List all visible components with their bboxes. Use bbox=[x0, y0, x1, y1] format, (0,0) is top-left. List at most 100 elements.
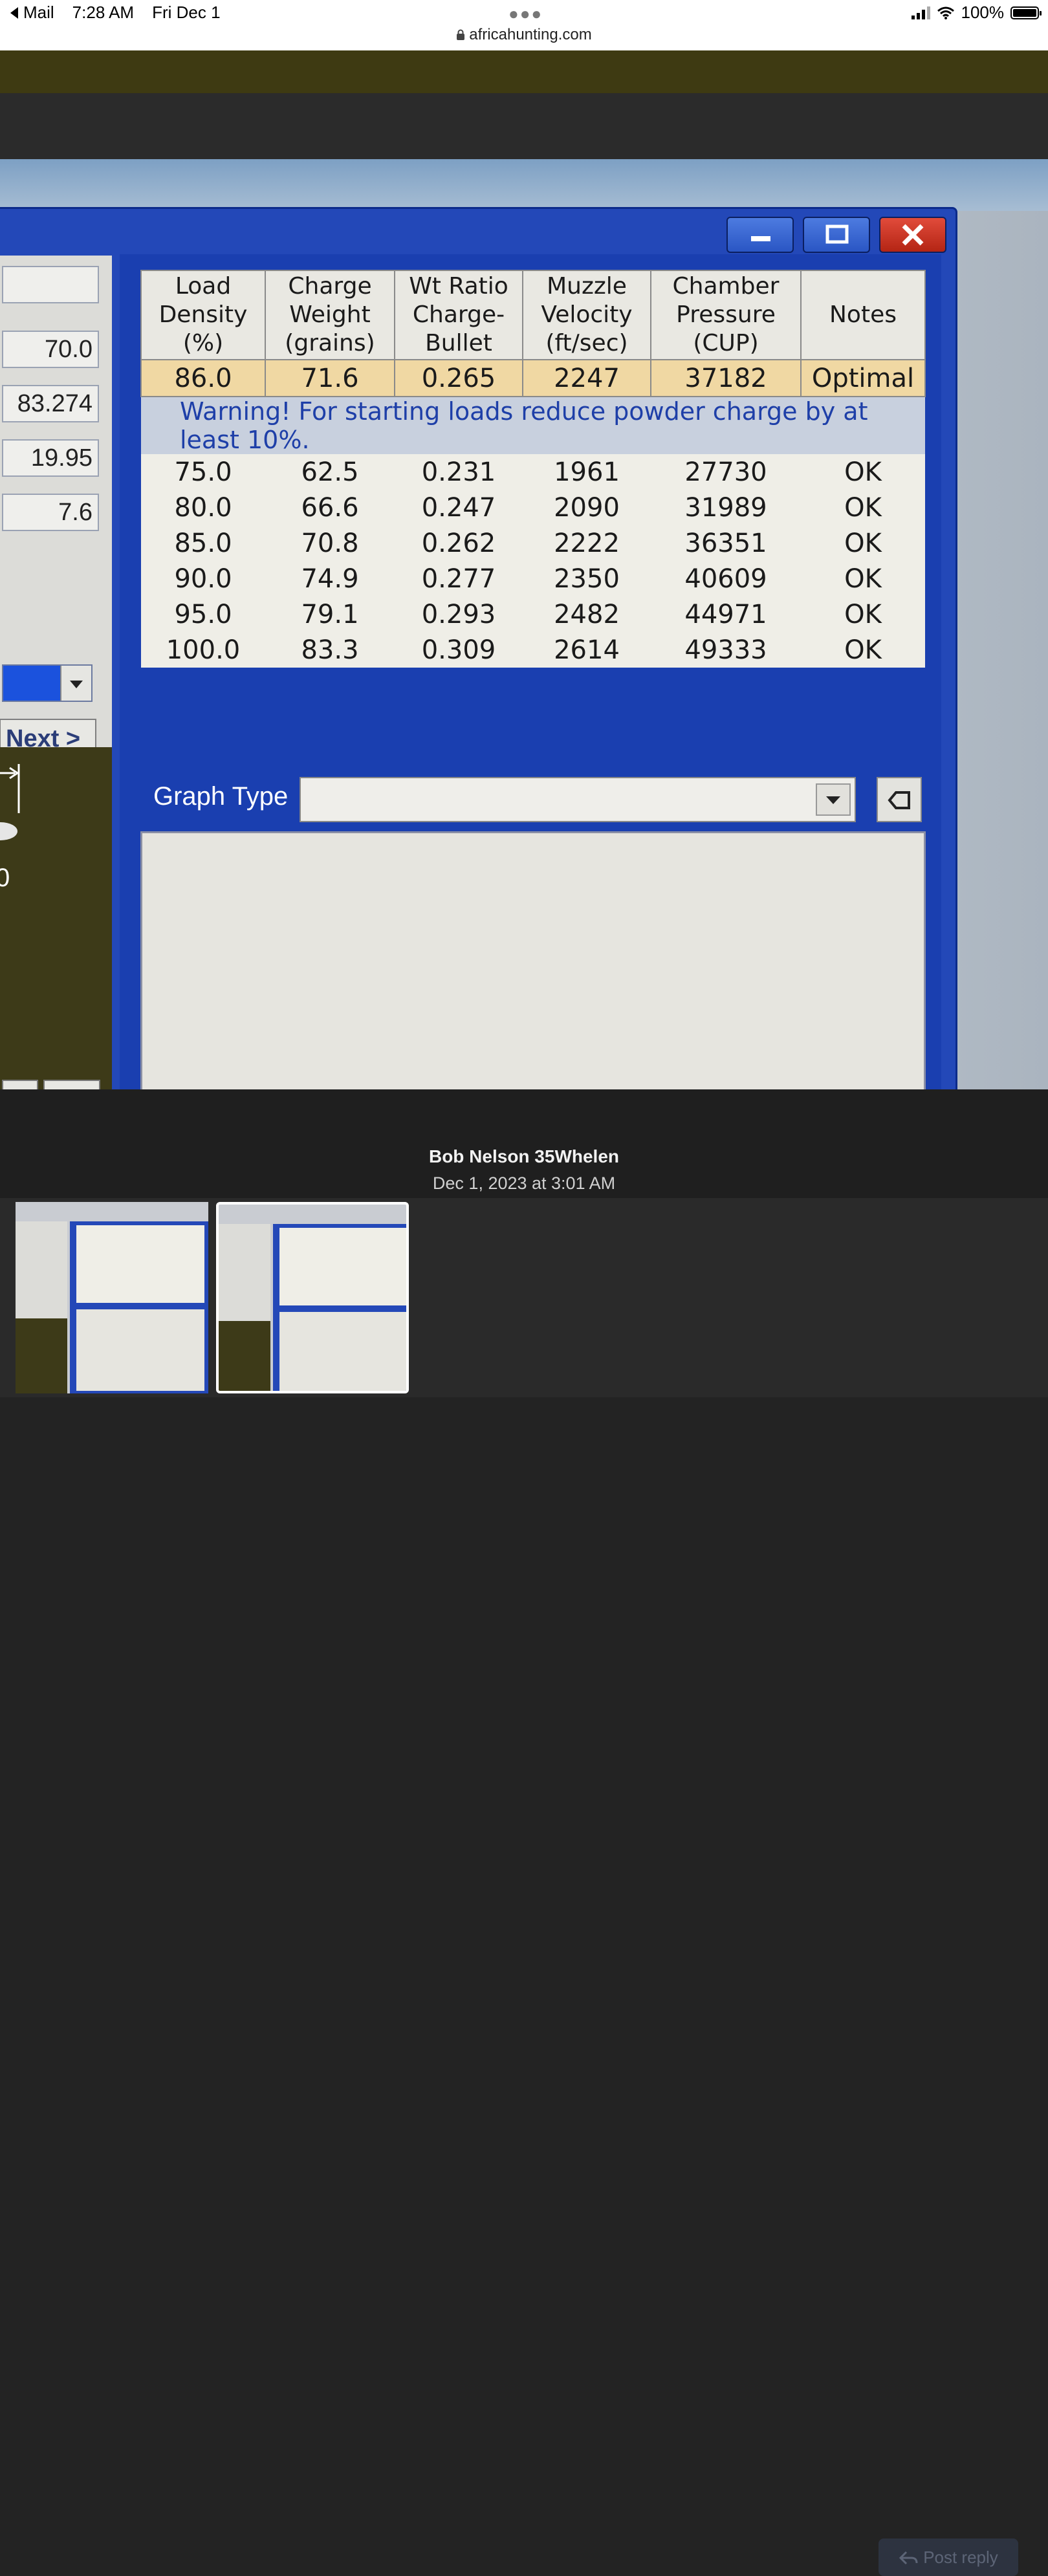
status-date: Fri Dec 1 bbox=[152, 3, 221, 22]
attachment-photo[interactable]: 70.0 83.274 19.95 7.6 Next > 0 Go bbox=[0, 159, 1048, 1089]
table-cell: 0.262 bbox=[395, 525, 523, 561]
table-cell: 0.247 bbox=[395, 490, 523, 525]
status-time: 7:28 AM bbox=[72, 3, 135, 22]
table-cell: 37182 bbox=[650, 359, 802, 397]
wifi-icon bbox=[937, 6, 954, 19]
table-cell: 0.293 bbox=[395, 596, 523, 632]
input-field-4[interactable]: 7.6 bbox=[2, 494, 99, 531]
cartridge-diagram: 0 bbox=[0, 747, 112, 1089]
status-bar: Mail 7:28 AM Fri Dec 1 ●●● africahunting… bbox=[0, 0, 1048, 50]
table-row[interactable]: 90.0 74.9 0.277 2350 40609 OK bbox=[141, 561, 925, 596]
thumbnail-2-selected[interactable] bbox=[216, 1202, 409, 1393]
graph-type-label: Graph Type bbox=[153, 782, 289, 811]
cartridge-select[interactable] bbox=[2, 1080, 38, 1089]
table-cell: 2090 bbox=[523, 490, 651, 525]
url-bar[interactable]: africahunting.com bbox=[0, 26, 1048, 44]
table-cell: 0.231 bbox=[395, 454, 523, 490]
more-dots-icon[interactable]: ●●● bbox=[508, 4, 543, 24]
table-cell: OK bbox=[801, 525, 925, 561]
blurred-site-subheader bbox=[0, 93, 1048, 159]
table-row[interactable]: 95.0 79.1 0.293 2482 44971 OK bbox=[141, 596, 925, 632]
minimize-button[interactable] bbox=[726, 217, 794, 253]
table-row[interactable]: 85.0 70.8 0.262 2222 36351 OK bbox=[141, 525, 925, 561]
results-panel: Load Density (%) Charge Weight (grains) … bbox=[120, 254, 941, 1089]
graph-type-select[interactable] bbox=[300, 777, 856, 822]
chevron-down-icon bbox=[816, 783, 851, 816]
photo-caption: Bob Nelson 35Whelen Dec 1, 2023 at 3:01 … bbox=[0, 1089, 1048, 1198]
graph-export-button[interactable] bbox=[877, 777, 922, 822]
table-cell: OK bbox=[801, 632, 925, 668]
close-icon bbox=[902, 224, 924, 246]
table-cell: 66.6 bbox=[265, 490, 395, 525]
table-cell: 75.0 bbox=[141, 454, 265, 490]
table-cell: 100.0 bbox=[141, 632, 265, 668]
reply-icon bbox=[899, 2551, 918, 2565]
program-window: 70.0 83.274 19.95 7.6 Next > 0 Go bbox=[0, 207, 957, 1089]
desktop-wallpaper bbox=[0, 159, 1048, 211]
header-wt-ratio: Wt Ratio Charge- Bullet bbox=[394, 270, 523, 360]
table-row[interactable]: 100.0 83.3 0.309 2614 49333 OK bbox=[141, 632, 925, 668]
table-cell: 85.0 bbox=[141, 525, 265, 561]
header-chamber-pressure: Chamber Pressure (CUP) bbox=[650, 270, 802, 360]
table-cell: 2614 bbox=[523, 632, 651, 668]
table-cell: OK bbox=[801, 454, 925, 490]
table-cell: 0.277 bbox=[395, 561, 523, 596]
input-field-3[interactable]: 19.95 bbox=[2, 439, 99, 477]
table-header-row: Load Density (%) Charge Weight (grains) … bbox=[140, 270, 926, 360]
blurred-site-header bbox=[0, 50, 1048, 93]
bullet-diagram-icon bbox=[0, 764, 20, 840]
table-cell: OK bbox=[801, 490, 925, 525]
table-cell: OK bbox=[801, 596, 925, 632]
minimize-icon bbox=[751, 236, 770, 241]
input-panel: 70.0 83.274 19.95 7.6 Next > bbox=[0, 256, 112, 759]
signal-icon bbox=[911, 6, 930, 19]
table-cell: 44971 bbox=[651, 596, 801, 632]
table-cell: 95.0 bbox=[141, 596, 265, 632]
export-icon bbox=[888, 791, 910, 809]
graph-type-row: Graph Type bbox=[140, 777, 926, 822]
table-cell: 86.0 bbox=[140, 359, 266, 397]
input-field-1[interactable]: 70.0 bbox=[2, 331, 99, 368]
thumbnail-1[interactable] bbox=[16, 1202, 208, 1393]
table-cell: 2482 bbox=[523, 596, 651, 632]
table-row[interactable]: 80.0 66.6 0.247 2090 31989 OK bbox=[141, 490, 925, 525]
caption-date: Dec 1, 2023 at 3:01 AM bbox=[432, 1173, 616, 1193]
table-cell: 0.265 bbox=[394, 359, 523, 397]
chevron-down-icon bbox=[60, 666, 91, 701]
input-field-top[interactable] bbox=[2, 266, 99, 303]
input-field-2[interactable]: 83.274 bbox=[2, 385, 99, 422]
header-charge-weight: Charge Weight (grains) bbox=[265, 270, 395, 360]
thumbnail-strip: Post reply bbox=[0, 1198, 1048, 2576]
table-cell: 2247 bbox=[522, 359, 651, 397]
table-cell: 2222 bbox=[523, 525, 651, 561]
table-cell: 31989 bbox=[651, 490, 801, 525]
battery-icon bbox=[1010, 6, 1042, 19]
graph-area bbox=[140, 831, 926, 1089]
table-cell: 36351 bbox=[651, 525, 801, 561]
table-cell: 70.8 bbox=[265, 525, 395, 561]
battery-percent: 100% bbox=[961, 3, 1005, 22]
table-cell: 79.1 bbox=[265, 596, 395, 632]
table-cell: 1961 bbox=[523, 454, 651, 490]
post-reply-button[interactable]: Post reply bbox=[879, 2538, 1018, 2576]
table-cell: 80.0 bbox=[141, 490, 265, 525]
table-cell: 90.0 bbox=[141, 561, 265, 596]
table-cell: OK bbox=[801, 561, 925, 596]
diagram-value: 0 bbox=[0, 864, 10, 892]
maximize-button[interactable] bbox=[803, 217, 870, 253]
table-cell: 83.3 bbox=[265, 632, 395, 668]
bullet-dropdown[interactable] bbox=[2, 664, 93, 702]
table-cell: 27730 bbox=[651, 454, 801, 490]
caption-author: Bob Nelson 35Whelen bbox=[428, 1146, 620, 1166]
chevron-down-icon bbox=[3, 1081, 37, 1089]
table-cell: 71.6 bbox=[265, 359, 395, 397]
table-cell: 0.309 bbox=[395, 632, 523, 668]
back-to-mail-button[interactable]: Mail bbox=[9, 3, 54, 23]
warning-text: Warning! For starting loads reduce powde… bbox=[141, 397, 925, 454]
table-cell: Optimal bbox=[800, 359, 926, 397]
go-button[interactable]: Go bbox=[43, 1080, 100, 1089]
table-cell: 2350 bbox=[523, 561, 651, 596]
table-row[interactable]: 75.0 62.5 0.231 1961 27730 OK bbox=[141, 454, 925, 490]
close-button[interactable] bbox=[879, 217, 946, 253]
optimal-row[interactable]: 86.0 71.6 0.265 2247 37182 Optimal bbox=[140, 359, 926, 397]
